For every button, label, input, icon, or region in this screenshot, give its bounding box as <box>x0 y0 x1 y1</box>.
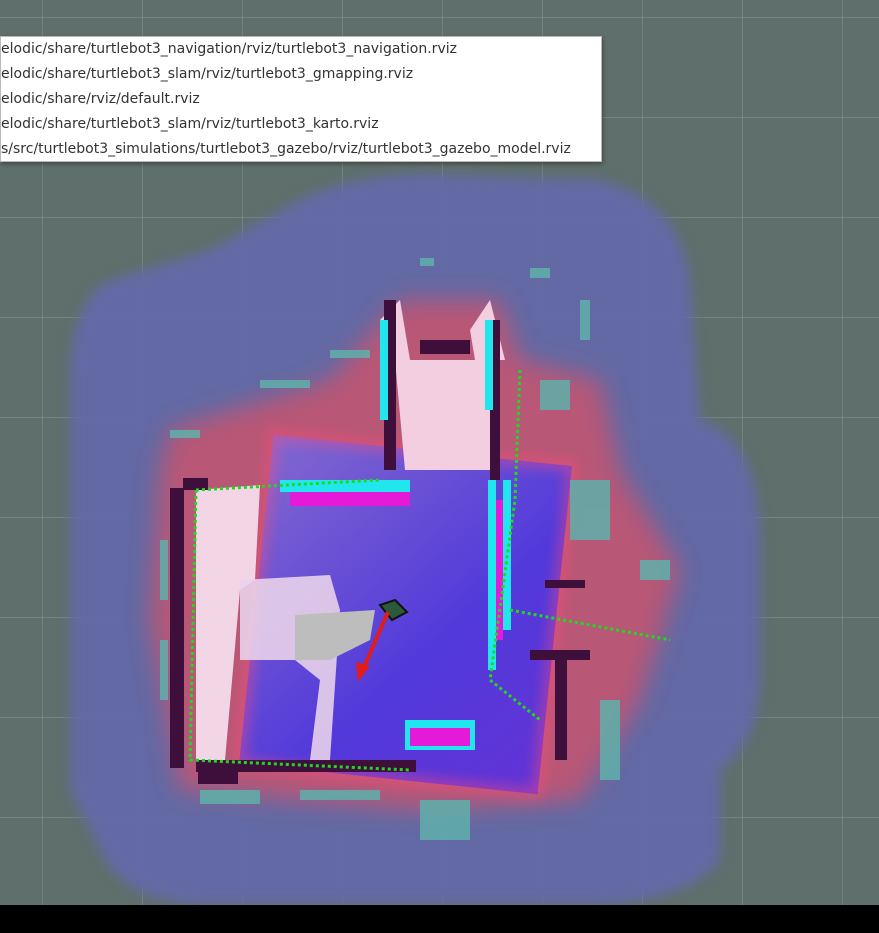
rviz-3d-viewport[interactable]: elodic/share/turtlebot3_navigation/rviz/… <box>0 0 879 905</box>
recent-config-path: elodic/share/turtlebot3_navigation/rviz/… <box>1 41 457 57</box>
recent-config-path: elodic/share/rviz/default.rviz <box>1 91 200 107</box>
recent-config-item[interactable]: elodic/share/turtlebot3_slam/rviz/turtle… <box>1 62 601 87</box>
bottom-bar <box>0 905 879 933</box>
recent-config-item[interactable]: s/src/turtlebot3_simulations/turtlebot3_… <box>1 137 601 162</box>
recent-config-item[interactable]: elodic/share/turtlebot3_slam/rviz/turtle… <box>1 112 601 137</box>
recent-configs-menu: elodic/share/turtlebot3_navigation/rviz/… <box>0 36 602 162</box>
recent-config-item[interactable]: elodic/share/turtlebot3_navigation/rviz/… <box>1 37 601 62</box>
recent-config-path: elodic/share/turtlebot3_slam/rviz/turtle… <box>1 116 379 132</box>
recent-config-path: s/src/turtlebot3_simulations/turtlebot3_… <box>1 141 571 157</box>
recent-config-path: elodic/share/turtlebot3_slam/rviz/turtle… <box>1 66 414 82</box>
recent-config-item[interactable]: elodic/share/rviz/default.rviz <box>1 87 601 112</box>
